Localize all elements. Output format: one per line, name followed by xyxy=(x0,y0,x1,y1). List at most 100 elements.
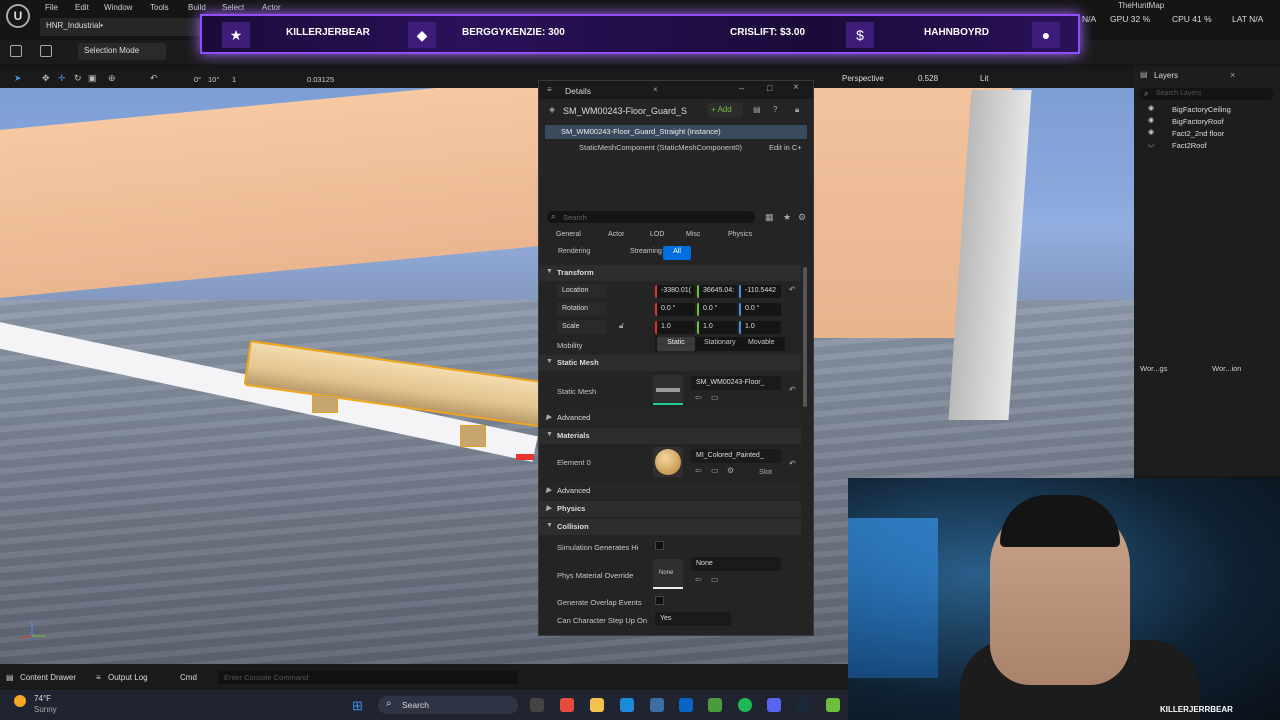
folder-icon[interactable]: ▭ xyxy=(711,393,719,402)
eye-icon[interactable]: ◉ xyxy=(1148,116,1154,124)
menu-edit[interactable]: Edit xyxy=(75,3,89,12)
scale-z[interactable]: 1.0 xyxy=(739,321,781,334)
unreal-logo-icon[interactable]: U xyxy=(6,4,30,28)
reset-location-icon[interactable]: ↶ xyxy=(789,285,796,294)
help-icon[interactable]: ? xyxy=(773,105,777,114)
rotation-y[interactable]: 0.0 ° xyxy=(697,303,737,316)
settings-gear-icon[interactable]: ⚙ xyxy=(798,212,806,223)
scale-tool-icon[interactable]: ▣ xyxy=(88,73,97,84)
console-input[interactable]: Enter Console Command xyxy=(218,671,518,684)
mobility-static[interactable]: Static xyxy=(657,337,695,351)
minecraft-icon[interactable] xyxy=(708,698,722,712)
scale-y[interactable]: 1.0 xyxy=(697,321,737,334)
materials-section[interactable]: ▼ Materials xyxy=(539,428,801,444)
location-z[interactable]: -110.5442 xyxy=(739,285,781,298)
advanced-section-1[interactable]: ▶ Advanced xyxy=(539,410,801,426)
lock-icon[interactable]: 🔒︎ xyxy=(795,105,799,115)
menu-actor[interactable]: Actor xyxy=(262,3,281,12)
camera-speed[interactable]: 0.528 xyxy=(918,74,938,83)
world-settings-tab[interactable]: Wor...gs xyxy=(1140,364,1167,373)
transform-section[interactable]: ▼ Transform xyxy=(539,265,801,281)
rotation-dropdown[interactable]: Rotation xyxy=(557,302,607,316)
lit-button[interactable]: Lit xyxy=(980,74,988,83)
eye-closed-icon[interactable]: ◡ xyxy=(1148,140,1154,148)
advanced-section-2[interactable]: ▶ Advanced xyxy=(539,483,801,499)
layer-item[interactable]: ◡ Fact2Roof xyxy=(1148,140,1278,152)
menu-window[interactable]: Window xyxy=(104,3,132,12)
physics-section[interactable]: ▶ Physics xyxy=(539,501,801,517)
location-dropdown[interactable]: Location xyxy=(557,284,607,298)
folder-icon[interactable]: ▭ xyxy=(711,575,719,584)
scale-x[interactable]: 1.0 xyxy=(655,321,695,334)
browse-icon[interactable]: ⇦ xyxy=(695,393,702,402)
phys-material-thumbnail[interactable]: None xyxy=(653,559,683,589)
edit-in-cpp-link[interactable]: Edit in C+ xyxy=(769,143,802,152)
scale-dropdown[interactable]: Scale xyxy=(557,320,607,334)
reset-material-icon[interactable]: ↶ xyxy=(789,459,796,468)
eye-icon[interactable]: ◉ xyxy=(1148,128,1154,136)
windows-start-icon[interactable]: ⊞ xyxy=(352,698,363,714)
selection-mode-dropdown[interactable]: Selection Mode xyxy=(78,43,166,60)
browse-icon[interactable]: ⇦ xyxy=(695,575,702,584)
world-partition-tab[interactable]: Wor...ion xyxy=(1212,364,1241,373)
filter-actor[interactable]: Actor xyxy=(603,229,629,243)
blueprint-icon[interactable]: ▤ xyxy=(753,105,761,114)
file-explorer-icon[interactable] xyxy=(590,698,604,712)
taskbar-search[interactable]: ⌕ Search xyxy=(378,696,518,714)
rotation-z[interactable]: 0.0 ° xyxy=(739,303,781,316)
perspective-button[interactable]: Perspective xyxy=(842,74,884,83)
maximize-icon[interactable]: □ xyxy=(767,83,772,93)
table-view-icon[interactable]: ▦ xyxy=(765,212,774,223)
filter-misc[interactable]: Misc xyxy=(681,229,705,243)
content-drawer-button[interactable]: Content Drawer xyxy=(20,673,76,682)
material-thumbnail[interactable] xyxy=(653,447,683,477)
details-search-input[interactable]: ⌕ Search xyxy=(547,211,755,223)
weather-temp[interactable]: 74°F xyxy=(34,694,51,703)
spotify-icon[interactable] xyxy=(738,698,752,712)
layer-item[interactable]: ◉ BigFactoryCeiling xyxy=(1148,104,1278,116)
outlook-icon[interactable] xyxy=(679,698,693,712)
menu-select[interactable]: Select xyxy=(222,3,244,12)
reset-mesh-icon[interactable]: ↶ xyxy=(789,385,796,394)
layers-search-input[interactable]: ⌕ Search Layers xyxy=(1140,88,1274,100)
select-tool-icon[interactable]: ➤ xyxy=(14,73,22,84)
step-up-dropdown[interactable]: Yes xyxy=(655,612,731,626)
mobility-movable[interactable]: Movable xyxy=(743,337,779,351)
level-tab[interactable]: HNR_Industrial• xyxy=(40,18,200,36)
discord-icon[interactable] xyxy=(767,698,781,712)
filter-general[interactable]: General xyxy=(551,229,586,243)
actor-name[interactable]: SM_WM00243-Floor_Guard_S xyxy=(563,106,687,116)
snap-angle-value[interactable]: 10° xyxy=(208,75,219,84)
close-tab-icon[interactable]: × xyxy=(653,85,658,94)
folder-icon[interactable]: ▭ xyxy=(711,466,719,475)
component-tree-root[interactable]: SM_WM00243-Floor_Guard_Straight (Instanc… xyxy=(545,125,807,139)
app-icon[interactable] xyxy=(826,698,840,712)
static-mesh-dropdown[interactable]: SM_WM00243-Floor_ xyxy=(691,376,781,390)
menu-tools[interactable]: Tools xyxy=(150,3,169,12)
material-dropdown[interactable]: MI_Colored_Painted_ xyxy=(691,449,781,463)
details-scrollbar[interactable] xyxy=(803,267,807,407)
static-mesh-thumbnail[interactable] xyxy=(653,375,683,405)
menu-build[interactable]: Build xyxy=(188,3,206,12)
sim-gen-hits-checkbox[interactable] xyxy=(655,541,664,550)
chrome-icon[interactable] xyxy=(560,698,574,712)
eye-icon[interactable]: ◉ xyxy=(1148,104,1154,112)
store-icon[interactable] xyxy=(650,698,664,712)
location-y[interactable]: 36645.04: xyxy=(697,285,737,298)
edge-icon[interactable] xyxy=(620,698,634,712)
minimize-icon[interactable]: – xyxy=(739,83,744,93)
world-icon[interactable]: ⊕ xyxy=(108,73,116,84)
task-view-icon[interactable] xyxy=(530,698,544,712)
tree-child-label[interactable]: StaticMeshComponent (StaticMeshComponent… xyxy=(579,143,742,152)
rotate-tool-icon[interactable]: ↻ xyxy=(74,73,82,84)
surface-snap-icon[interactable]: ↶ xyxy=(150,73,158,84)
save-icon[interactable] xyxy=(10,45,22,57)
grid-snap-value[interactable]: 0.03125 xyxy=(307,75,334,84)
content-icon[interactable] xyxy=(40,45,52,57)
layer-item[interactable]: ◉ Fact2_2nd floor xyxy=(1148,128,1278,140)
cmd-dropdown[interactable]: Cmd xyxy=(180,673,197,682)
move-tool-icon[interactable]: ✥ xyxy=(42,73,50,84)
translate-tool-icon[interactable]: ✛ xyxy=(58,73,66,84)
menu-file[interactable]: File xyxy=(45,3,58,12)
collision-section[interactable]: ▼ Collision xyxy=(539,519,801,535)
